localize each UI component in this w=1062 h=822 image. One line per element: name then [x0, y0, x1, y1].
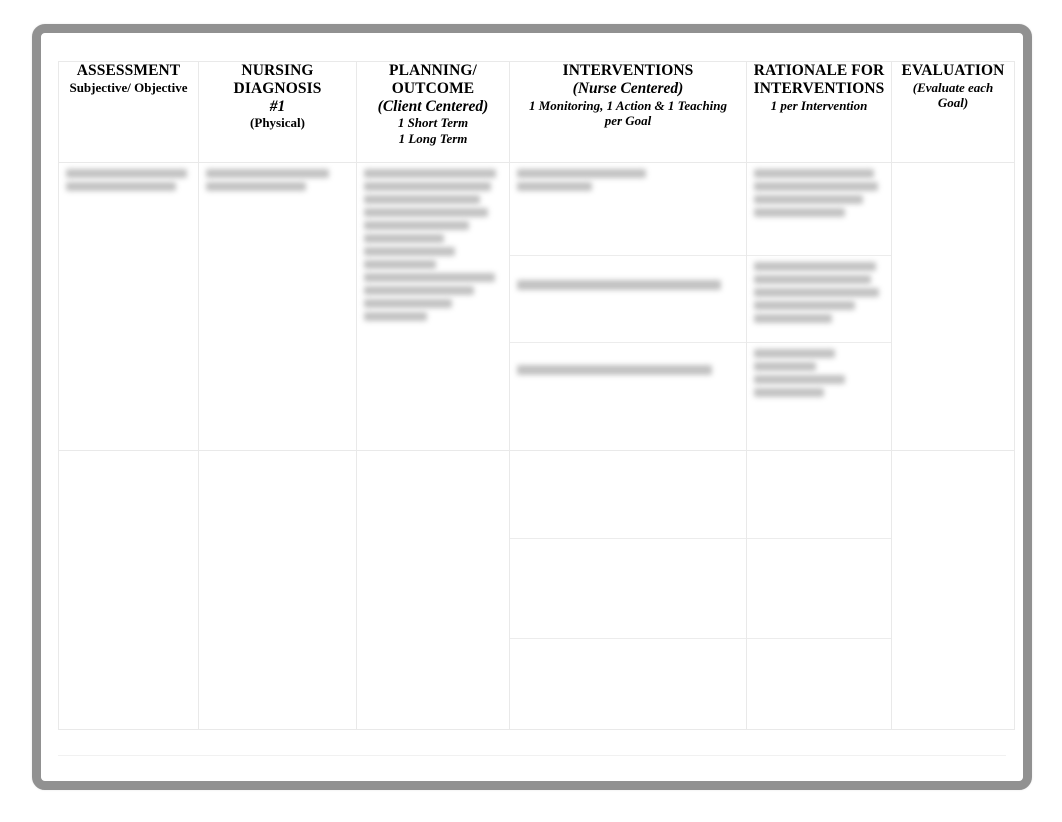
cell-planning-outcome-row2[interactable]	[356, 450, 510, 730]
cell-interventions-row1[interactable]	[509, 162, 747, 451]
document-page-frame: ASSESSMENT Subjective/ Objective NURSING…	[32, 24, 1032, 790]
cell-interventions-row2[interactable]	[509, 450, 747, 730]
cell-nursing-diagnosis-row1[interactable]	[198, 162, 357, 451]
rationale-subrow[interactable]	[747, 163, 891, 256]
page-bottom-margin	[58, 755, 1006, 778]
assessment-title: ASSESSMENT	[76, 62, 181, 79]
cell-evaluation-row2[interactable]	[891, 450, 1015, 730]
redacted-content	[199, 163, 356, 198]
redacted-content	[747, 343, 891, 404]
planning-long-term: 1 Long Term	[398, 131, 468, 147]
interventions-requirements: 1 Monitoring, 1 Action & 1 Teaching	[528, 97, 728, 113]
intervention-subrow[interactable]	[510, 639, 746, 729]
nursing-care-plan-table: ASSESSMENT Subjective/ Objective NURSING…	[58, 61, 1015, 730]
table-header-row: ASSESSMENT Subjective/ Objective NURSING…	[58, 61, 1015, 163]
evaluation-title: EVALUATION	[901, 62, 1005, 79]
column-header-assessment: ASSESSMENT Subjective/ Objective	[58, 61, 199, 163]
intervention-subrow[interactable]	[510, 451, 746, 539]
interventions-nurse-centered: (Nurse Centered)	[572, 79, 684, 97]
column-header-planning-outcome: PLANNING/ OUTCOME (Client Centered) 1 Sh…	[356, 61, 510, 163]
rationale-title-line2: INTERVENTIONS	[753, 79, 885, 97]
rationale-subrow[interactable]	[747, 343, 891, 445]
rationale-title-line1: RATIONALE FOR	[753, 62, 885, 79]
cell-rationale-row2[interactable]	[746, 450, 892, 730]
table-row	[58, 450, 1015, 730]
table-row	[58, 162, 1015, 451]
table-body	[58, 162, 1015, 730]
cell-rationale-row1[interactable]	[746, 162, 892, 451]
planning-short-term: 1 Short Term	[397, 115, 469, 131]
rationale-subrow[interactable]	[747, 639, 891, 729]
interventions-per-goal: per Goal	[604, 113, 652, 129]
planning-client-centered: (Client Centered)	[377, 97, 489, 115]
cell-planning-outcome-row1[interactable]	[356, 162, 510, 451]
redacted-content	[59, 163, 198, 198]
intervention-subrow[interactable]	[510, 163, 746, 256]
evaluation-subtitle-line2: Goal)	[937, 95, 969, 111]
assessment-subtitle: Subjective/ Objective	[69, 79, 188, 95]
nursing-diagnosis-number: #1	[269, 97, 286, 115]
redacted-content	[747, 256, 891, 330]
redacted-content	[510, 163, 746, 198]
column-header-evaluation: EVALUATION (Evaluate each Goal)	[891, 61, 1015, 163]
planning-title-line2: OUTCOME	[391, 79, 475, 97]
intervention-subrow[interactable]	[510, 539, 746, 639]
rationale-subrow[interactable]	[747, 539, 891, 639]
cell-nursing-diagnosis-row2[interactable]	[198, 450, 357, 730]
cell-assessment-row1[interactable]	[58, 162, 199, 451]
screenshot-root: ASSESSMENT Subjective/ Objective NURSING…	[0, 0, 1062, 822]
cell-evaluation-row1[interactable]	[891, 162, 1015, 451]
redacted-content	[510, 256, 746, 297]
intervention-subrow[interactable]	[510, 256, 746, 343]
rationale-subtitle: 1 per Intervention	[770, 97, 868, 113]
redacted-content	[357, 163, 509, 328]
redacted-content	[510, 343, 746, 382]
evaluation-subtitle-line1: (Evaluate each	[912, 79, 994, 95]
interventions-title: INTERVENTIONS	[562, 62, 694, 79]
column-header-nursing-diagnosis: NURSING DIAGNOSIS #1 (Physical)	[198, 61, 357, 163]
planning-title-line1: PLANNING/	[389, 62, 477, 79]
intervention-subrow[interactable]	[510, 343, 746, 445]
nursing-diagnosis-title-line2: DIAGNOSIS	[233, 79, 322, 97]
redacted-content	[747, 163, 891, 224]
document-page-surface: ASSESSMENT Subjective/ Objective NURSING…	[41, 33, 1023, 781]
column-header-rationale: RATIONALE FOR INTERVENTIONS 1 per Interv…	[746, 61, 892, 163]
rationale-subrow[interactable]	[747, 451, 891, 539]
cell-assessment-row2[interactable]	[58, 450, 199, 730]
column-header-interventions: INTERVENTIONS (Nurse Centered) 1 Monitor…	[509, 61, 747, 163]
nursing-diagnosis-subtitle: (Physical)	[250, 115, 305, 131]
rationale-subrow[interactable]	[747, 256, 891, 343]
nursing-diagnosis-title-line1: NURSING	[241, 62, 314, 79]
